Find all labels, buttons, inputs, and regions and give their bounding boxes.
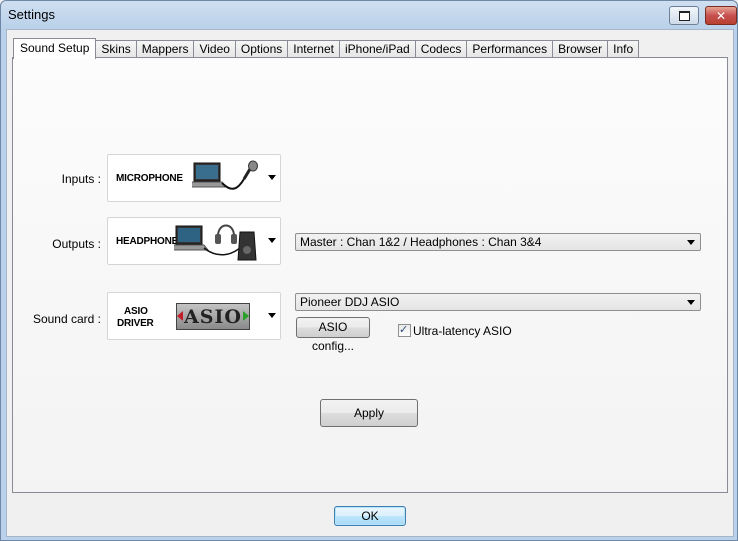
asio-config-button[interactable]: ASIO config... xyxy=(296,317,370,353)
ultra-latency-checkbox[interactable]: ✓ xyxy=(398,323,411,337)
tab-strip: Sound Setup Skins Mappers Video Options … xyxy=(13,38,640,59)
chevron-down-icon xyxy=(268,313,276,318)
inputs-label: Inputs : xyxy=(61,172,101,186)
sound-card-label: Sound card : xyxy=(32,312,101,326)
inputs-picker[interactable]: MICROPHONE xyxy=(107,154,281,202)
restore-icon xyxy=(678,10,690,21)
asio-logo: ASIO xyxy=(176,303,250,330)
chevron-down-icon xyxy=(268,175,276,180)
title-bar[interactable]: Settings ✕ xyxy=(1,1,737,29)
sound-card-picker[interactable]: ASIO DRIVER ASIO xyxy=(107,292,281,340)
close-icon: ✕ xyxy=(715,8,727,23)
ultra-latency-label[interactable]: Ultra-latency ASIO xyxy=(413,324,512,338)
outputs-label: Outputs : xyxy=(52,237,101,251)
sound-setup-panel: Inputs : MICROPHONE Outputs : HEADPHONES xyxy=(12,57,728,493)
sound-card-device-value: Pioneer DDJ ASIO xyxy=(300,295,400,309)
dialog-client: Sound Setup Skins Mappers Video Options … xyxy=(6,29,734,537)
chevron-down-icon xyxy=(687,240,695,245)
close-button[interactable]: ✕ xyxy=(705,6,737,25)
tab-sound-setup[interactable]: Sound Setup xyxy=(13,38,97,59)
chevron-down-icon xyxy=(687,300,695,305)
chevron-down-icon xyxy=(268,238,276,243)
inputs-picker-text: MICROPHONE xyxy=(116,173,183,184)
checkmark-icon: ✓ xyxy=(399,323,409,336)
window-title: Settings xyxy=(8,7,55,22)
ok-button[interactable]: OK xyxy=(334,506,406,526)
sound-card-picker-line1: ASIO xyxy=(124,306,148,317)
sound-card-picker-line2: DRIVER xyxy=(117,318,154,329)
restore-button[interactable] xyxy=(669,6,699,25)
output-routing-select[interactable]: Master : Chan 1&2 / Headphones : Chan 3&… xyxy=(295,233,701,251)
asio-logo-text: ASIO xyxy=(184,305,242,328)
outputs-picker[interactable]: HEADPHONES xyxy=(107,217,281,265)
output-routing-value: Master : Chan 1&2 / Headphones : Chan 3&… xyxy=(300,235,542,249)
laptop-headphones-speaker-icon xyxy=(174,224,257,261)
laptop-microphone-icon xyxy=(192,160,258,190)
sound-card-device-select[interactable]: Pioneer DDJ ASIO xyxy=(295,293,701,311)
settings-window: Settings ✕ Sound Setup Skins Mappers Vid… xyxy=(0,0,738,541)
apply-button[interactable]: Apply xyxy=(320,399,418,427)
